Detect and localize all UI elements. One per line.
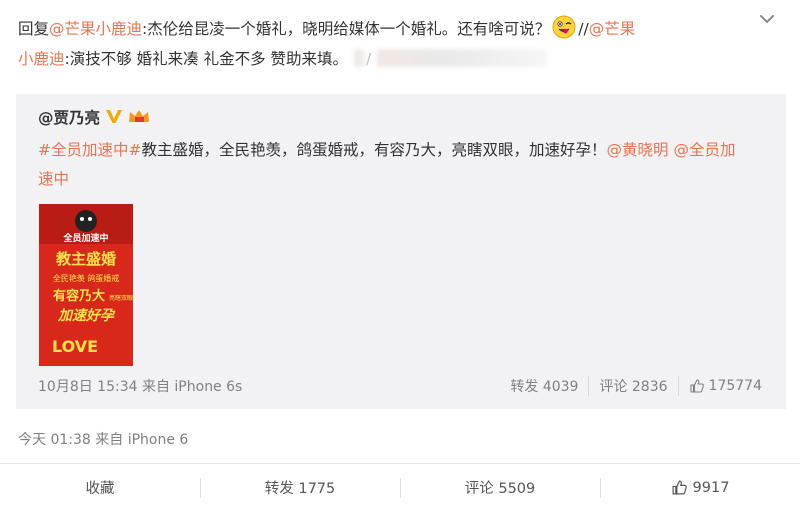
original-repost-button[interactable]: 转发 4039 bbox=[500, 376, 588, 396]
thumbs-up-icon bbox=[672, 480, 687, 495]
redacted-block bbox=[377, 49, 548, 67]
repost-button[interactable]: 转发 1775 bbox=[200, 464, 400, 511]
thumb-line-4: 亮瞎双眼 bbox=[109, 294, 133, 302]
vip-crown-icon bbox=[127, 107, 151, 125]
mention-quanyuan-link-cont[interactable]: 速中 bbox=[38, 170, 69, 188]
post-text-part-2: :演技不够 婚礼来凑 礼金不多 赞助来填。 bbox=[64, 50, 349, 68]
mention-quanyuan-link[interactable]: @全员加 bbox=[673, 141, 735, 159]
comment-label: 评论 5509 bbox=[464, 481, 536, 497]
original-comment-button[interactable]: 评论 2836 bbox=[588, 376, 677, 396]
repost-label: 转发 1775 bbox=[264, 481, 336, 497]
favorite-label: 收藏 bbox=[85, 481, 115, 497]
mention-repost-link-cont[interactable]: 小鹿迪 bbox=[18, 50, 65, 68]
thumb-bottom-text: LOVE bbox=[52, 337, 98, 356]
original-post-box: @贾乃亮 #全员加速中#教主盛婚，全民艳羡，鸽蛋婚戒，有容乃大，亮瞎双眼，加速好… bbox=[16, 94, 786, 409]
reply-prefix: 回复 bbox=[18, 20, 50, 38]
post-text-part-1: :杰伦给昆凌一个婚礼，晓明给媒体一个婚礼。还有啥可说？ bbox=[142, 20, 551, 38]
comment-button[interactable]: 评论 5509 bbox=[400, 464, 600, 511]
post-text-part-3: / bbox=[366, 50, 372, 68]
thumb-line-1: 教主盛婚 bbox=[55, 250, 116, 268]
like-count: 9917 bbox=[692, 479, 730, 496]
like-button[interactable]: 9917 bbox=[600, 464, 800, 511]
original-timestamp[interactable]: 10月8日 15:34 来自 iPhone 6s bbox=[38, 376, 242, 396]
action-bar: 收藏 转发 1775 评论 5509 9917 bbox=[0, 463, 800, 511]
original-actions: 转发 4039 评论 2836 175774 bbox=[500, 376, 772, 396]
favorite-button[interactable]: 收藏 bbox=[0, 464, 200, 511]
close-icon[interactable] bbox=[756, 8, 778, 30]
mention-repost-link[interactable]: @芒果 bbox=[589, 20, 636, 38]
thumb-line-5: 加速好孕 bbox=[57, 307, 116, 324]
repost-separator: // bbox=[578, 20, 589, 38]
mention-huang-link[interactable]: @黄晓明 bbox=[607, 141, 669, 159]
original-text-body: 教主盛婚，全民艳羡，鸽蛋婚戒，有容乃大，亮瞎双眼，加速好孕！ bbox=[141, 141, 607, 159]
verified-v-icon bbox=[105, 107, 123, 125]
hashtag-link[interactable]: #全员加速中# bbox=[38, 141, 141, 159]
original-like-button[interactable]: 175774 bbox=[677, 376, 772, 396]
original-post-text: #全员加速中#教主盛婚，全民艳羡，鸽蛋婚戒，有容乃大，亮瞎双眼，加速好孕！@黄晓… bbox=[38, 136, 778, 194]
original-like-count: 175774 bbox=[708, 378, 762, 394]
post-timestamp[interactable]: 今天 01:38 来自 iPhone 6 bbox=[18, 429, 188, 449]
redacted-block bbox=[354, 49, 367, 67]
post-text: 回复@芒果小鹿迪:杰伦给昆凌一个婚礼，晓明给媒体一个婚礼。还有啥可说？//@芒果… bbox=[18, 14, 758, 74]
thumb-line-2: 全民艳羡 鸽蛋婚戒 bbox=[53, 273, 120, 283]
thumb-line-3: 有容乃大 bbox=[53, 288, 105, 304]
thumb-top-text: 全员加速中 bbox=[62, 232, 108, 244]
original-author-link[interactable]: @贾乃亮 bbox=[38, 106, 100, 128]
winking-tongue-emoji-icon bbox=[552, 15, 576, 39]
post-image-thumbnail[interactable]: 全员加速中 教主盛婚 全民艳羡 鸽蛋婚戒 有容乃大 亮瞎双眼 加速好孕 LOVE bbox=[39, 204, 133, 366]
weibo-card: 回复@芒果小鹿迪:杰伦给昆凌一个婚礼，晓明给媒体一个婚礼。还有啥可说？//@芒果… bbox=[0, 0, 800, 511]
mention-reply-link[interactable]: @芒果小鹿迪 bbox=[49, 20, 142, 38]
thumbs-up-icon bbox=[689, 379, 704, 393]
